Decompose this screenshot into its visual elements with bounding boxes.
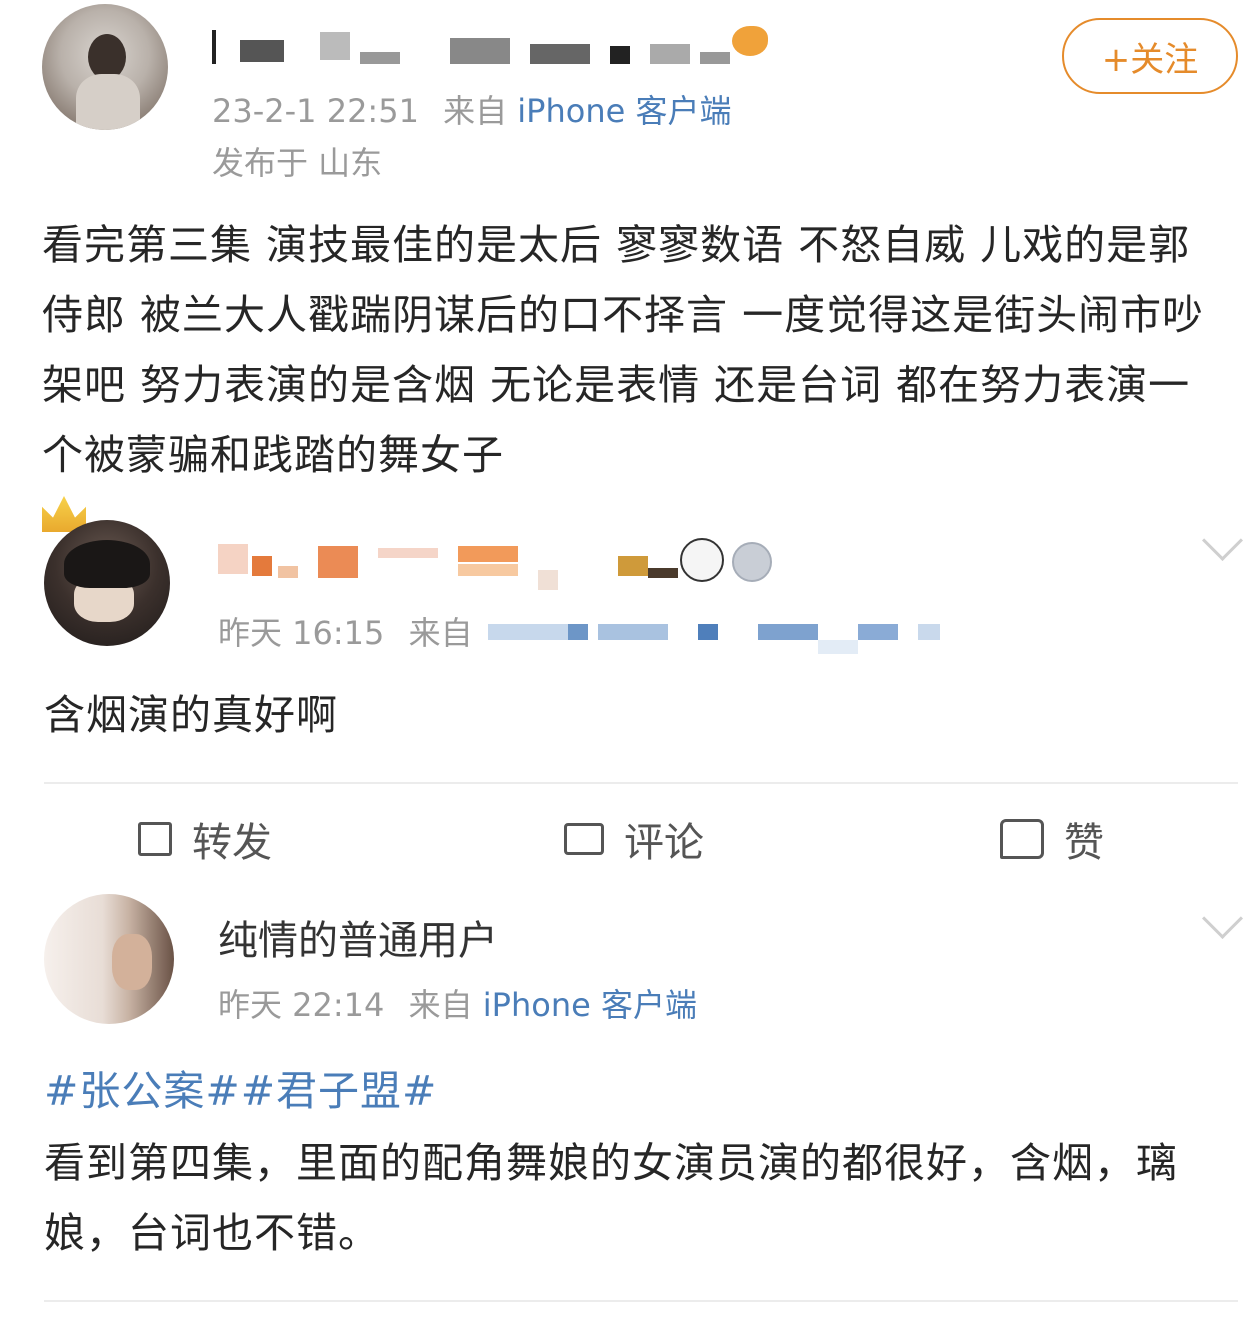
comment1-text: 含烟演的真好啊	[44, 691, 338, 739]
repost-button[interactable]: 转发	[138, 810, 272, 868]
comment-button[interactable]: 评论	[564, 810, 704, 868]
repost-icon	[138, 822, 172, 856]
post-meta: 23-2-1 22:51 来自 iPhone 客户端	[212, 86, 731, 132]
like-label: 赞	[1064, 820, 1104, 866]
comment2-text: 看到第四集，里面的配角舞娘的女演员演的都很好，含烟，璃娘，台词也不错。	[44, 1139, 1178, 1257]
post-text: 看完第三集 演技最佳的是太后 寥寥数语 不怒自威 儿戏的是郭侍郎 被兰大人戳踹阴…	[42, 221, 1205, 479]
comment1-timestamp: 昨天 16:15	[218, 614, 385, 652]
thumbs-up-icon	[1000, 819, 1044, 859]
comment1-author-name-blurred[interactable]	[218, 540, 698, 600]
follow-button[interactable]: +关注	[1062, 18, 1238, 94]
comment2-username[interactable]: 纯情的普通用户	[218, 908, 498, 966]
like-button[interactable]: 赞	[1000, 810, 1104, 868]
panda-icon	[680, 538, 724, 582]
comment1-source-prefix: 来自	[408, 614, 473, 652]
comment1-avatar[interactable]	[44, 520, 170, 646]
comment2-avatar[interactable]	[44, 894, 174, 1024]
comment2-chevron-down-icon[interactable]	[1201, 897, 1244, 940]
post-location: 发布于 山东	[212, 144, 383, 182]
post-author-avatar[interactable]	[42, 4, 168, 130]
comment2-meta: 昨天 22:14 来自 iPhone 客户端	[218, 980, 697, 1026]
comment-icon	[564, 823, 604, 855]
post-source-client[interactable]: iPhone 客户端	[517, 92, 731, 130]
comment-label: 评论	[624, 820, 704, 866]
post-timestamp: 23-2-1 22:51	[212, 92, 419, 130]
comment2-source-prefix: 来自	[408, 986, 473, 1024]
post-author-name-blurred[interactable]	[210, 26, 740, 70]
comment1-source-blurred	[488, 624, 948, 654]
divider	[44, 782, 1238, 784]
follow-button-label: +关注	[1101, 39, 1199, 80]
comment2-timestamp: 昨天 22:14	[218, 986, 385, 1024]
comment2-source-client[interactable]: iPhone 客户端	[483, 986, 697, 1024]
comment2-hashtags[interactable]: #张公案##君子盟#	[44, 1056, 437, 1126]
repost-label: 转发	[192, 820, 272, 866]
fish-badge-icon	[732, 26, 768, 56]
post-source-prefix: 来自	[443, 92, 508, 130]
divider	[44, 1300, 1238, 1302]
comment1-meta: 昨天 16:15 来自	[218, 608, 473, 654]
comment1-chevron-down-icon[interactable]	[1201, 519, 1244, 562]
medal-icon	[732, 542, 772, 582]
